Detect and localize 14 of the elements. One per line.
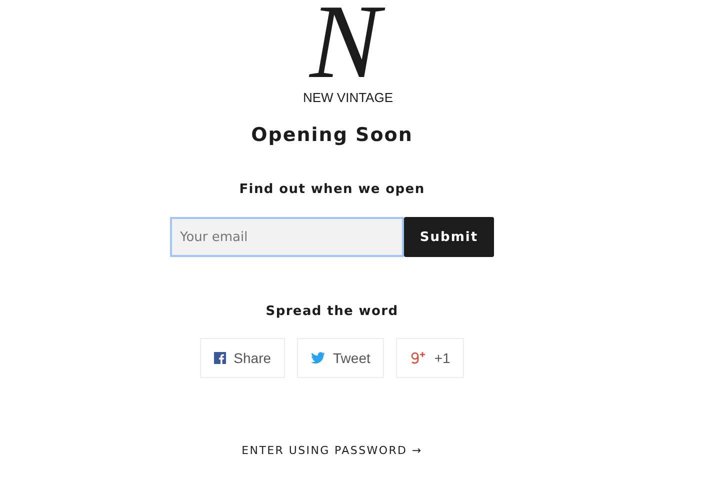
google-plus-icon	[410, 351, 426, 365]
password-link[interactable]: ENTER USING PASSWORD →	[242, 444, 422, 457]
share-button[interactable]: +1	[396, 338, 464, 378]
logo-name: NEW VINTAGE	[302, 90, 394, 106]
submit-button[interactable]: Submit	[404, 217, 494, 257]
logo-letter: N	[302, 0, 394, 90]
bird-icon	[311, 352, 326, 364]
share-button[interactable]: Tweet	[297, 338, 384, 378]
share-button[interactable]: Share	[200, 338, 286, 378]
share-heading: Spread the word	[266, 303, 398, 321]
facebook-icon	[214, 352, 226, 364]
signup-heading: Find out when we open	[239, 181, 425, 199]
page-title: Opening Soon	[251, 123, 413, 148]
email-field[interactable]: Your email	[170, 217, 404, 257]
